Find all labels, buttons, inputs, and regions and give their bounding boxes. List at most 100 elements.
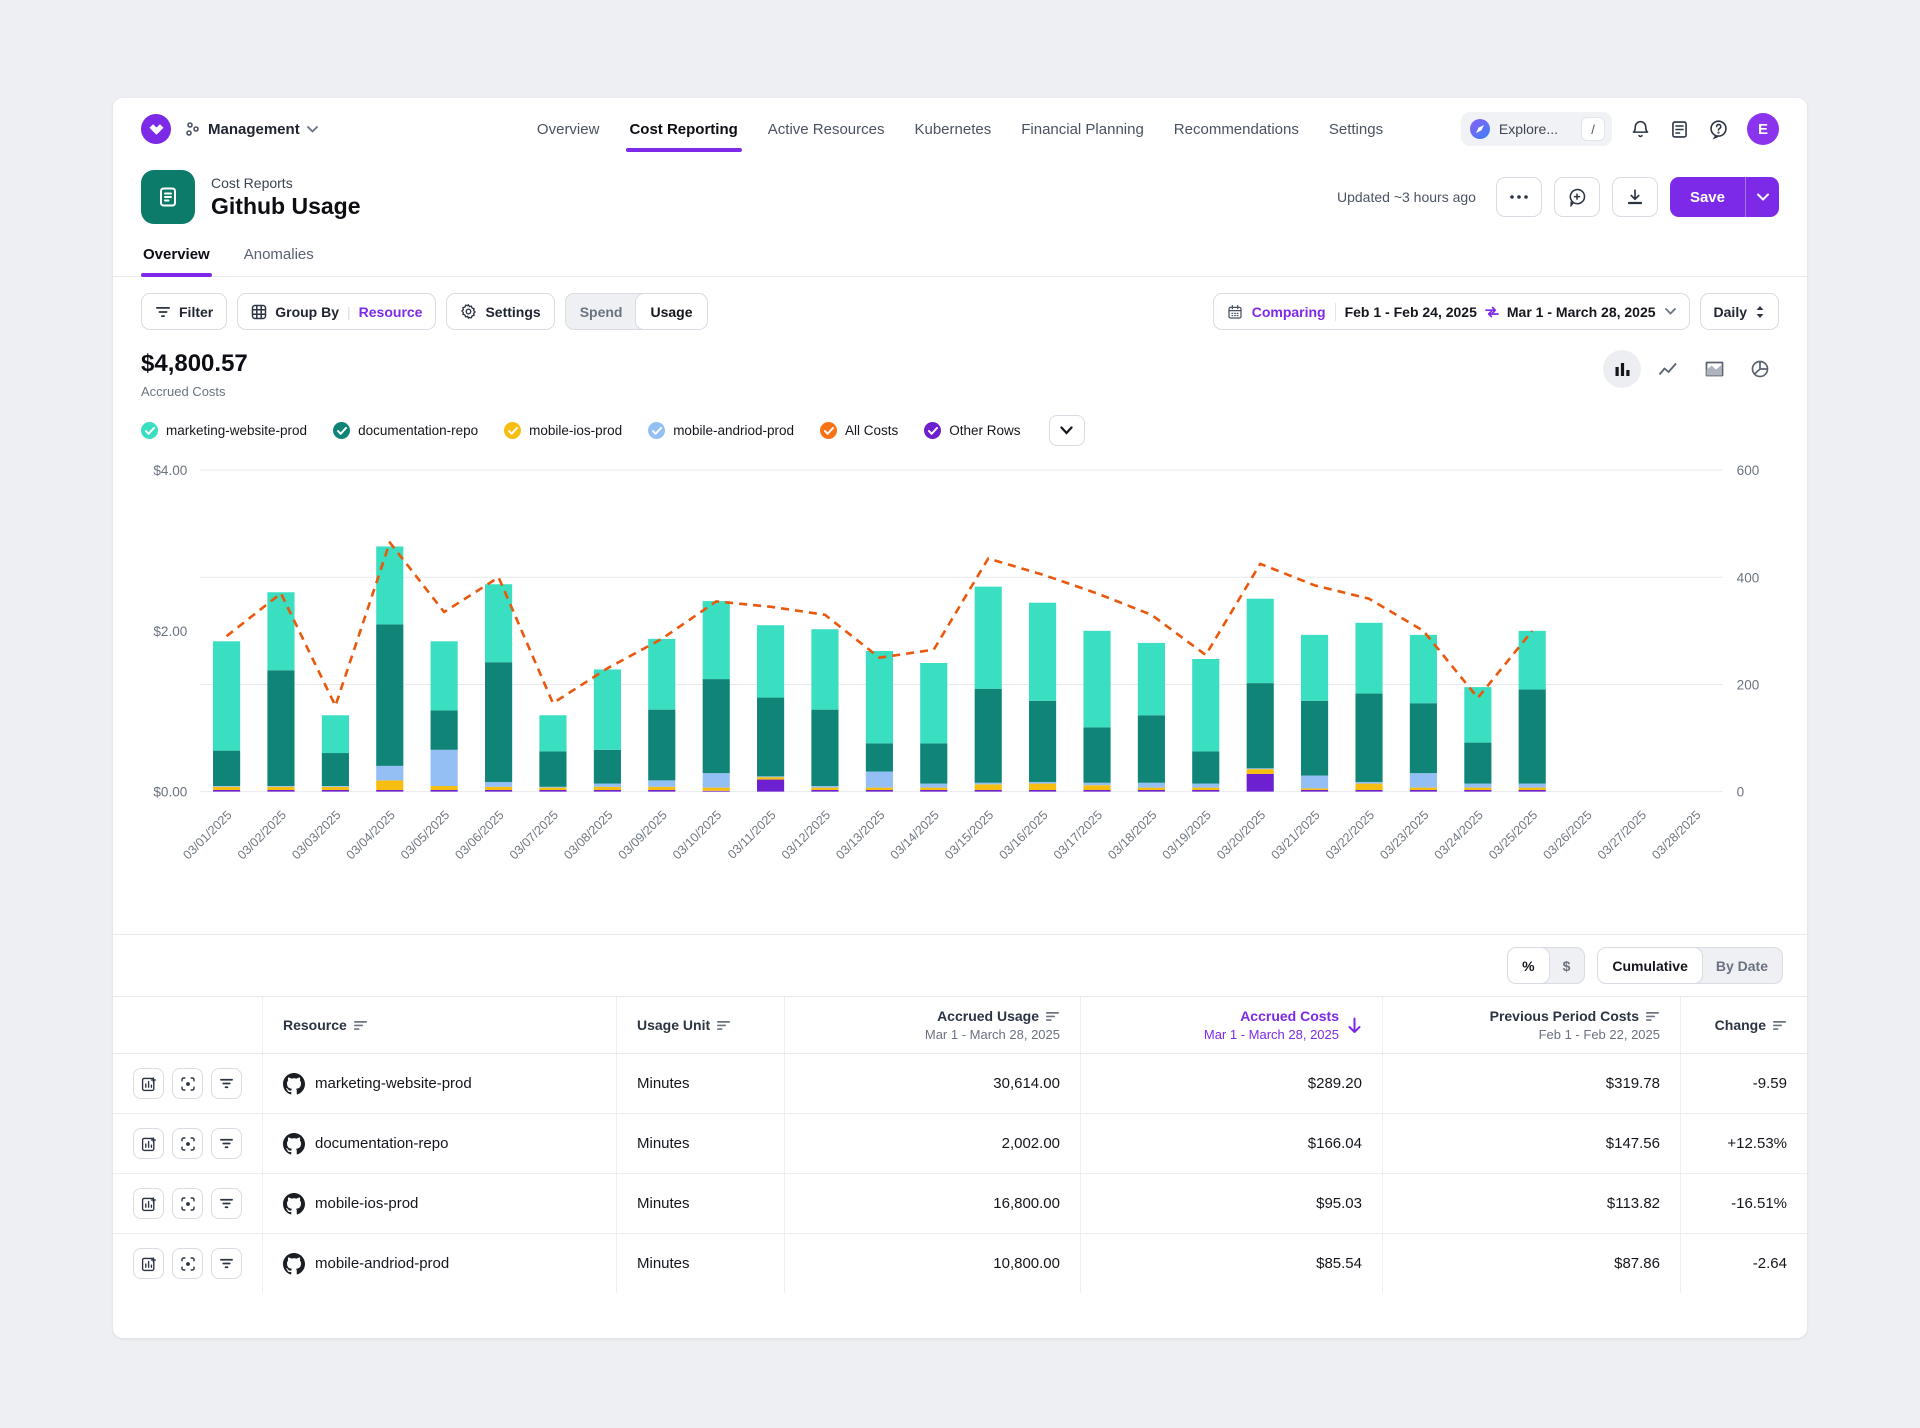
workspace-switcher[interactable]: Management bbox=[185, 121, 318, 138]
bar-segment-other-rows bbox=[1083, 790, 1110, 792]
legend-item-all-costs[interactable]: All Costs bbox=[820, 422, 898, 439]
inspect-resource-button[interactable] bbox=[172, 1068, 203, 1099]
spend-toggle-option[interactable]: Spend bbox=[566, 294, 637, 329]
bar-segment-mobile-ios-prod bbox=[1192, 788, 1219, 790]
save-options-button[interactable] bbox=[1745, 177, 1779, 217]
resource-cell[interactable]: mobile-andriod-prod bbox=[263, 1234, 617, 1293]
more-actions-button[interactable] bbox=[1496, 177, 1542, 217]
compass-icon bbox=[1470, 119, 1490, 139]
bar-segment-marketing-website-prod bbox=[322, 715, 349, 753]
notifications-button[interactable] bbox=[1630, 119, 1651, 140]
line-chart-button[interactable] bbox=[1649, 350, 1687, 388]
legend-expand-button[interactable] bbox=[1049, 415, 1085, 446]
add-to-chart-button[interactable] bbox=[133, 1068, 164, 1099]
bell-icon bbox=[1630, 119, 1651, 140]
resource-cell[interactable]: documentation-repo bbox=[263, 1114, 617, 1173]
change-cell: -9.59 bbox=[1681, 1054, 1807, 1113]
resource-cell[interactable]: marketing-website-prod bbox=[263, 1054, 617, 1113]
x-axis-label: 03/15/2025 bbox=[942, 808, 996, 862]
tab-overview[interactable]: Overview bbox=[141, 238, 212, 276]
column-header-change[interactable]: Change bbox=[1681, 997, 1807, 1053]
help-button[interactable] bbox=[1708, 119, 1729, 140]
legend-item-mobile-andriod-prod[interactable]: mobile-andriod-prod bbox=[648, 422, 794, 439]
column-header-accrued-usage[interactable]: Accrued UsageMar 1 - March 28, 2025 bbox=[785, 997, 1081, 1053]
brand: Management bbox=[141, 114, 318, 144]
percent-toggle-option[interactable]: % bbox=[1508, 948, 1548, 983]
legend-item-marketing-website-prod[interactable]: marketing-website-prod bbox=[141, 422, 307, 439]
inspect-resource-button[interactable] bbox=[172, 1188, 203, 1219]
nav-item-cost-reporting[interactable]: Cost Reporting bbox=[629, 98, 737, 160]
chart-add-icon bbox=[141, 1196, 157, 1212]
legend-item-other-rows[interactable]: Other Rows bbox=[924, 422, 1020, 439]
vantage-logo-icon[interactable] bbox=[141, 114, 171, 144]
legend-item-mobile-ios-prod[interactable]: mobile-ios-prod bbox=[504, 422, 622, 439]
granularity-select[interactable]: Daily bbox=[1700, 293, 1779, 330]
bar-segment-mobile-andriod-prod bbox=[1519, 784, 1546, 788]
bar-segment-mobile-andriod-prod bbox=[1083, 783, 1110, 785]
nav-item-settings[interactable]: Settings bbox=[1329, 98, 1383, 160]
cumulative-toggle-option[interactable]: Cumulative bbox=[1598, 948, 1701, 983]
legend-item-documentation-repo[interactable]: documentation-repo bbox=[333, 422, 478, 439]
sort-icon[interactable] bbox=[1773, 1020, 1787, 1031]
resource-cell[interactable]: mobile-ios-prod bbox=[263, 1174, 617, 1233]
filter-resource-button[interactable] bbox=[211, 1248, 242, 1279]
bar-segment-mobile-ios-prod bbox=[485, 787, 512, 790]
inspect-resource-button[interactable] bbox=[172, 1248, 203, 1279]
nav-item-active-resources[interactable]: Active Resources bbox=[768, 98, 885, 160]
column-header-previous-period-costs[interactable]: Previous Period CostsFeb 1 - Feb 22, 202… bbox=[1383, 997, 1681, 1053]
date-range-picker[interactable]: Comparing Feb 1 - Feb 24, 2025 Mar 1 - M… bbox=[1213, 293, 1690, 330]
column-header-usage-unit[interactable]: Usage Unit bbox=[617, 997, 785, 1053]
download-button[interactable] bbox=[1612, 177, 1658, 217]
bar-segment-mobile-ios-prod bbox=[1355, 784, 1382, 790]
github-icon bbox=[283, 1193, 305, 1215]
add-to-chart-button[interactable] bbox=[133, 1188, 164, 1219]
inspect-resource-button[interactable] bbox=[172, 1128, 203, 1159]
explore-search[interactable]: Explore... / bbox=[1461, 112, 1612, 146]
filter-icon bbox=[219, 1198, 234, 1209]
usage-unit-cell: Minutes bbox=[617, 1174, 785, 1233]
sort-icon[interactable] bbox=[1046, 1011, 1060, 1022]
docs-button[interactable] bbox=[1669, 119, 1690, 140]
up-down-arrows-icon bbox=[1755, 305, 1765, 319]
bar-segment-marketing-website-prod bbox=[1138, 643, 1165, 715]
nav-item-overview[interactable]: Overview bbox=[537, 98, 600, 160]
add-to-chart-button[interactable] bbox=[133, 1128, 164, 1159]
nav-item-financial-planning[interactable]: Financial Planning bbox=[1021, 98, 1144, 160]
sort-icon[interactable] bbox=[717, 1020, 731, 1031]
nav-item-recommendations[interactable]: Recommendations bbox=[1174, 98, 1299, 160]
top-navigation: Management Overview Cost Reporting Active … bbox=[113, 98, 1807, 160]
settings-button[interactable]: Settings bbox=[446, 293, 554, 330]
filter-resource-button[interactable] bbox=[211, 1068, 242, 1099]
bar-chart-button[interactable] bbox=[1603, 350, 1641, 388]
bar-segment-marketing-website-prod bbox=[811, 629, 838, 709]
pie-chart-button[interactable] bbox=[1741, 350, 1779, 388]
filter-resource-button[interactable] bbox=[211, 1128, 242, 1159]
dollar-toggle-option[interactable]: $ bbox=[1549, 948, 1585, 983]
add-to-chart-button[interactable] bbox=[133, 1248, 164, 1279]
sort-icon[interactable] bbox=[1646, 1011, 1660, 1022]
user-avatar[interactable]: E bbox=[1747, 113, 1779, 145]
tab-anomalies[interactable]: Anomalies bbox=[242, 238, 316, 276]
comment-button[interactable] bbox=[1554, 177, 1600, 217]
usage-unit-cell: Minutes bbox=[617, 1114, 785, 1173]
bar-segment-other-rows bbox=[594, 790, 621, 792]
by-date-toggle-option[interactable]: By Date bbox=[1702, 948, 1782, 983]
area-chart-button[interactable] bbox=[1695, 350, 1733, 388]
bar-segment-marketing-website-prod bbox=[920, 663, 947, 743]
nav-item-kubernetes[interactable]: Kubernetes bbox=[914, 98, 991, 160]
bar-segment-marketing-website-prod bbox=[376, 546, 403, 624]
column-header-resource[interactable]: Resource bbox=[263, 997, 617, 1053]
bar-segment-other-rows bbox=[811, 790, 838, 792]
save-button[interactable]: Save bbox=[1670, 177, 1745, 217]
usage-toggle-option[interactable]: Usage bbox=[636, 294, 706, 329]
sort-icon[interactable] bbox=[354, 1020, 368, 1031]
filter-button[interactable]: Filter bbox=[141, 293, 227, 330]
group-by-button[interactable]: Group By | Resource bbox=[237, 293, 436, 330]
filter-resource-button[interactable] bbox=[211, 1188, 242, 1219]
column-header-accrued-costs[interactable]: Accrued CostsMar 1 - March 28, 2025 bbox=[1081, 997, 1383, 1053]
accrued-costs-cell: $85.54 bbox=[1081, 1234, 1383, 1293]
sort-desc-icon[interactable] bbox=[1347, 1017, 1362, 1034]
resources-table: ResourceUsage UnitAccrued UsageMar 1 - M… bbox=[113, 996, 1807, 1293]
bar-segment-mobile-andriod-prod bbox=[431, 750, 458, 786]
x-axis-label: 03/21/2025 bbox=[1268, 808, 1322, 862]
